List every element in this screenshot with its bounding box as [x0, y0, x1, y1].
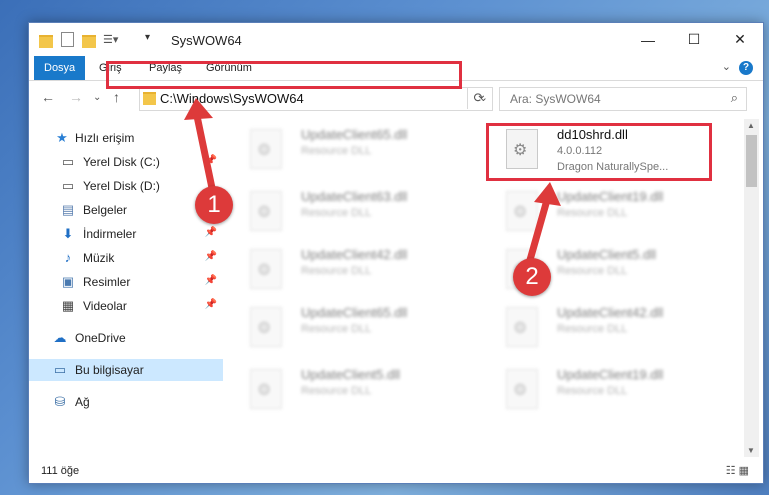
- arrow-step2: [526, 199, 551, 261]
- arrow-head-step2: [534, 182, 561, 206]
- annotation-arrows: [184, 98, 561, 261]
- step-badge-2: 2: [513, 258, 551, 296]
- step-badge-1: 1: [195, 186, 233, 224]
- arrow-step1: [193, 115, 216, 189]
- arrow-head-step1: [184, 98, 213, 120]
